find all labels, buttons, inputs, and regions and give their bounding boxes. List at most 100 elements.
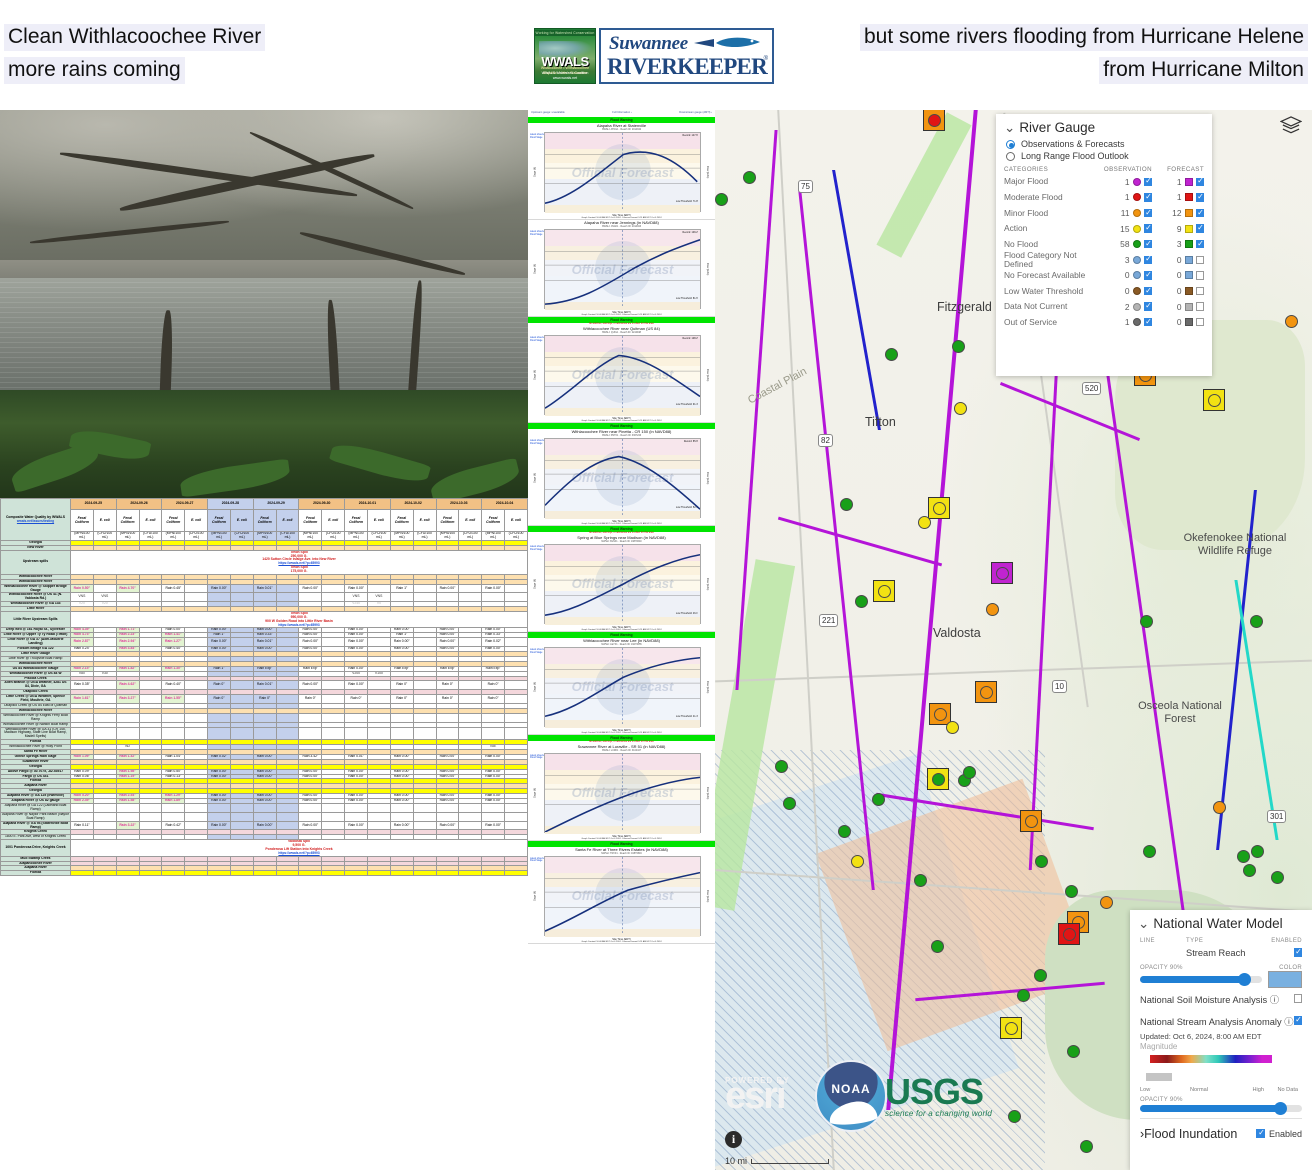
map-gauge-marker[interactable] — [1080, 1140, 1093, 1153]
forecast-checkbox[interactable] — [1195, 239, 1204, 249]
hydrograph-card[interactable]: Flood Warning No watches, warnings, or ad… — [528, 317, 715, 423]
map-gauge-marker[interactable] — [855, 595, 868, 608]
map-gauge-marker[interactable] — [918, 516, 931, 529]
soil-moisture-checkbox[interactable] — [1293, 994, 1302, 1003]
gauge-category-row[interactable]: Moderate Flood 1 1 — [996, 190, 1212, 206]
radio-long-range-outlook[interactable]: Long Range Flood Outlook — [996, 150, 1212, 162]
noaa-hydrograph-column[interactable]: Upstream gauge: unavailable Full Informa… — [528, 110, 715, 1170]
map-gauge-marker[interactable] — [1143, 845, 1156, 858]
hydrograph-card[interactable]: Flood Warning Withlacoochee River near Pi… — [528, 422, 715, 526]
stream-reach-color-swatch[interactable] — [1268, 970, 1302, 988]
opacity-slider-2[interactable] — [1140, 1101, 1302, 1115]
observation-checkbox[interactable] — [1143, 270, 1152, 280]
map-gauge-marker[interactable] — [946, 721, 959, 734]
map-gauge-marker[interactable] — [775, 760, 788, 773]
map-gauge-marker[interactable] — [963, 766, 976, 779]
observation-checkbox[interactable] — [1143, 192, 1152, 202]
spill-link[interactable]: https://wwals.net/?p=65993 — [72, 851, 526, 855]
map-gauge-marker[interactable] — [885, 348, 898, 361]
hydrograph-card[interactable]: Flood Warning No watches, warnings, or ad… — [528, 734, 715, 841]
observation-checkbox[interactable] — [1143, 208, 1152, 218]
map-gauge-marker[interactable] — [783, 797, 796, 810]
map-gauge-marker[interactable] — [952, 340, 965, 353]
gauge-category-row[interactable]: Out of Service 1 0 — [996, 314, 1212, 330]
layers-icon[interactable] — [1280, 116, 1302, 134]
gauge-category-row[interactable]: Major Flood 1 1 — [996, 174, 1212, 190]
observation-checkbox[interactable] — [1143, 286, 1152, 296]
observation-checkbox[interactable] — [1143, 176, 1152, 187]
map-gauge-marker[interactable] — [851, 855, 864, 868]
full-information-link[interactable]: Full Information › — [612, 111, 631, 116]
river-gauge-panel-title[interactable]: ⌄ River Gauge — [996, 114, 1212, 138]
map-gauge-marker[interactable] — [1017, 989, 1030, 1002]
map-gauge-marker[interactable] — [715, 193, 728, 206]
spill-link[interactable]: https://wwals.net/?p=65993 — [72, 623, 526, 627]
map-gauge-marker[interactable] — [1243, 864, 1256, 877]
flood-inundation-row[interactable]: ›Flood Inundation Enabled — [1130, 1125, 1312, 1143]
forecast-checkbox[interactable] — [1195, 255, 1204, 265]
map-gauge-marker-flagged[interactable] — [927, 768, 949, 790]
gauge-category-row[interactable]: Low Water Threshold 0 0 — [996, 283, 1212, 299]
map-gauge-marker[interactable] — [838, 825, 851, 838]
map-gauge-marker[interactable] — [914, 874, 927, 887]
forecast-checkbox[interactable] — [1195, 286, 1204, 296]
map-info-button[interactable]: i — [725, 1131, 742, 1148]
map-gauge-marker-flagged[interactable] — [923, 110, 945, 131]
map-gauge-marker-flagged[interactable] — [1000, 1017, 1022, 1039]
map-gauge-marker-flagged[interactable] — [975, 681, 997, 703]
hydrograph-card[interactable]: Flood Warning Withlacoochee River near Le… — [528, 631, 715, 735]
hydrograph-card[interactable]: Alapaha River near Jennings (in NAVD88) N… — [528, 220, 715, 317]
map-gauge-marker[interactable] — [1285, 315, 1298, 328]
map-gauge-marker[interactable] — [954, 402, 967, 415]
map-gauge-marker[interactable] — [1271, 871, 1284, 884]
map-gauge-marker-flagged[interactable] — [1020, 810, 1042, 832]
observation-checkbox[interactable] — [1143, 317, 1152, 327]
observation-checkbox[interactable] — [1143, 254, 1152, 265]
map-gauge-marker[interactable] — [1251, 845, 1264, 858]
gauge-category-row[interactable]: Action 15 9 — [996, 221, 1212, 237]
forecast-checkbox[interactable] — [1195, 208, 1204, 218]
hydrograph-card[interactable]: Flood Warning Alapaha River at Statenvill… — [528, 117, 715, 220]
gauge-category-row[interactable]: Minor Flood 11 12 — [996, 205, 1212, 221]
forecast-checkbox[interactable] — [1195, 176, 1204, 187]
forecast-checkbox[interactable] — [1195, 271, 1204, 280]
map-gauge-marker[interactable] — [1067, 1045, 1080, 1058]
radio-observations-forecasts[interactable]: Observations & Forecasts — [996, 138, 1212, 150]
gauge-category-row[interactable]: No Forecast Available 0 0 — [996, 268, 1212, 284]
opacity-slider-1[interactable] — [1140, 972, 1262, 986]
info-icon[interactable]: ⓘ — [1284, 1017, 1293, 1027]
chevron-down-icon[interactable]: ⌄ — [1138, 916, 1149, 932]
water-quality-table-wrapper[interactable]: Composite Water Quality by WWALS wwals.ne… — [0, 498, 528, 1170]
radio-icon-unselected[interactable] — [1006, 151, 1015, 161]
chevron-down-icon[interactable]: ⌄ — [1004, 120, 1015, 136]
map-gauge-marker[interactable] — [1008, 1110, 1021, 1123]
observation-checkbox[interactable] — [1143, 223, 1152, 233]
map-gauge-marker[interactable] — [1213, 801, 1226, 814]
hydrograph-card[interactable]: Flood Warning Santa Fe River at Three Riv… — [528, 840, 715, 944]
nwm-soil-moisture-row[interactable]: National Soil Moisture Analysis ⓘ — [1130, 988, 1312, 1010]
map-gauge-marker[interactable] — [1034, 969, 1047, 982]
map-gauge-marker[interactable] — [986, 603, 999, 616]
map-gauge-marker[interactable] — [1140, 615, 1153, 628]
stream-reach-checkbox[interactable] — [1293, 947, 1302, 957]
map-gauge-marker[interactable] — [872, 793, 885, 806]
observation-checkbox[interactable] — [1143, 239, 1152, 249]
map-gauge-marker-flagged[interactable] — [1203, 389, 1225, 411]
gauge-category-row[interactable]: Data Not Current 2 0 — [996, 299, 1212, 315]
flood-inundation-checkbox[interactable] — [1256, 1128, 1265, 1138]
upstream-gauge-link[interactable]: Upstream gauge: unavailable — [531, 111, 565, 116]
info-icon[interactable]: ⓘ — [1270, 995, 1279, 1005]
map-gauge-marker[interactable] — [931, 940, 944, 953]
map-gauge-marker[interactable] — [743, 171, 756, 184]
stream-anomaly-checkbox[interactable] — [1293, 1015, 1302, 1025]
map-gauge-marker[interactable] — [840, 498, 853, 511]
forecast-checkbox[interactable] — [1195, 192, 1204, 202]
nwm-stream-reach-row[interactable]: Stream Reach — [1130, 946, 1312, 961]
map-gauge-marker-flagged[interactable] — [873, 580, 895, 602]
map-gauge-marker[interactable] — [1035, 855, 1048, 868]
map-gauge-marker[interactable] — [1065, 885, 1078, 898]
national-water-model-panel[interactable]: ⌄ National Water Model LINE TYPE ENABLED … — [1130, 910, 1312, 1170]
map-gauge-marker-flagged[interactable] — [928, 497, 950, 519]
hydrograph-card[interactable]: Flood Warning No watches, warnings, or ad… — [528, 525, 715, 632]
downstream-gauge-link[interactable]: Downstream gauge (AMTI) › — [679, 111, 712, 116]
